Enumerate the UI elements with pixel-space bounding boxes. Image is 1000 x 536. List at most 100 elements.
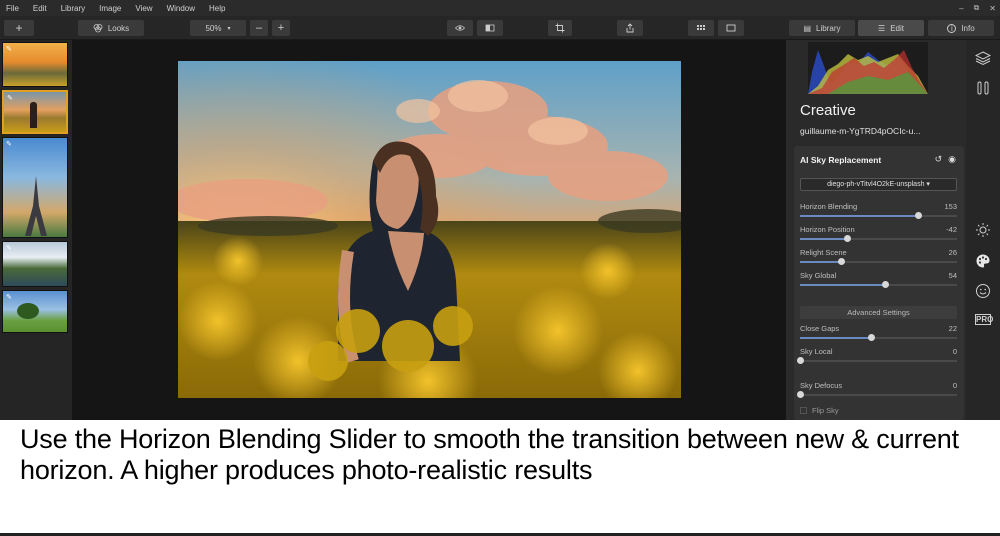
single-view-button[interactable] <box>718 20 744 36</box>
slider-value: 0 <box>952 381 957 390</box>
menu-image[interactable]: Image <box>92 4 128 13</box>
menu-view[interactable]: View <box>128 4 159 13</box>
histogram <box>808 42 928 94</box>
toolbar: + Looks 50% ▾ – + ▤ Library ☰ Edit i Inf… <box>0 16 1000 40</box>
ai-sky-replacement-tool: AI Sky Replacement ↺ ◉ diego-ph-vTitvl4O… <box>794 146 964 420</box>
eye-icon <box>455 25 465 31</box>
window-controls: – ⧉ ✕ <box>959 0 996 16</box>
slider-track[interactable] <box>800 394 957 396</box>
menu-file[interactable]: File <box>0 4 26 13</box>
slider-sky-global[interactable]: Sky Global 54 <box>800 271 957 293</box>
looks-label: Looks <box>107 23 130 33</box>
slider-value: -42 <box>946 225 957 234</box>
slider-value: 26 <box>948 248 957 257</box>
sky-select-dropdown[interactable]: diego-ph-vTitvl4O2kE-unsplash ▾ <box>800 178 957 191</box>
checkbox-box[interactable] <box>800 407 807 414</box>
compare-button[interactable] <box>477 20 503 36</box>
slider-handle[interactable] <box>882 281 889 288</box>
slider-value: 153 <box>944 202 957 211</box>
slider-value: 22 <box>948 324 957 333</box>
preview-button[interactable] <box>447 20 473 36</box>
slider-fill <box>800 238 847 240</box>
slider-close-gaps[interactable]: Close Gaps 22 <box>800 324 957 346</box>
share-button[interactable] <box>617 20 643 36</box>
zoom-out-button[interactable]: – <box>250 20 268 36</box>
menu-edit[interactable]: Edit <box>26 4 54 13</box>
edit-panel: Creative guillaume-m-YgTRD4pOCIc-u... AI… <box>786 40 966 420</box>
library-icon: ▤ <box>803 23 812 33</box>
tab-info-label: Info <box>961 23 975 33</box>
slider-handle[interactable] <box>838 258 845 265</box>
image-canvas[interactable] <box>72 40 786 420</box>
slider-sky-defocus[interactable]: Sky Defocus 0 <box>797 381 957 403</box>
looks-button[interactable]: Looks <box>78 20 144 36</box>
edited-icon: ✎ <box>7 95 13 102</box>
slider-fill <box>800 215 918 217</box>
slider-fill <box>800 261 841 263</box>
smiley-icon[interactable] <box>975 283 991 299</box>
grid-view-button[interactable] <box>688 20 714 36</box>
flip-sky-checkbox[interactable]: Flip Sky <box>800 406 839 415</box>
tab-edit[interactable]: ☰ Edit <box>858 20 924 36</box>
layers-icon[interactable] <box>974 50 992 66</box>
restore-icon[interactable]: ⧉ <box>974 3 980 13</box>
zoom-in-button[interactable]: + <box>272 20 290 36</box>
slider-label: Sky Defocus <box>800 381 843 390</box>
slider-handle[interactable] <box>797 391 804 398</box>
slider-label: Horizon Position <box>800 225 855 234</box>
slider-track[interactable] <box>800 360 957 362</box>
file-name: guillaume-m-YgTRD4pOCIc-u... <box>800 126 921 136</box>
thumbnail[interactable]: ✎ <box>2 241 68 287</box>
slider-horizon-blending[interactable]: Horizon Blending 153 <box>800 202 957 224</box>
edited-icon: ✎ <box>6 294 12 301</box>
minimize-icon[interactable]: – <box>959 4 963 13</box>
visibility-eye-icon[interactable]: ◉ <box>948 154 956 165</box>
single-view-icon <box>726 24 736 32</box>
panel-title: Creative <box>800 102 856 119</box>
tool-title[interactable]: AI Sky Replacement <box>800 155 881 165</box>
palette-icon[interactable] <box>975 253 991 269</box>
edited-icon: ✎ <box>6 141 12 148</box>
menu-help[interactable]: Help <box>202 4 232 13</box>
flip-sky-label: Flip Sky <box>812 406 839 415</box>
chevron-down-icon: ▾ <box>227 25 231 32</box>
close-icon[interactable]: ✕ <box>989 4 996 13</box>
photo-render <box>178 61 681 398</box>
menu-library[interactable]: Library <box>54 4 92 13</box>
slider-sky-local[interactable]: Sky Local 0 <box>797 347 957 369</box>
adjust-icon[interactable] <box>975 80 991 96</box>
filmstrip: ✎ ✎ ✎ ✎ ✎ <box>0 40 72 420</box>
slider-handle[interactable] <box>844 235 851 242</box>
main-photo[interactable] <box>178 61 681 398</box>
slider-handle[interactable] <box>797 357 804 364</box>
add-image-button[interactable]: + <box>4 20 34 36</box>
reset-icon[interactable]: ↺ <box>935 154 943 165</box>
slider-handle[interactable] <box>915 212 922 219</box>
thumbnail-selected[interactable]: ✎ <box>2 90 68 134</box>
eiffel-tower-icon <box>25 176 47 236</box>
tab-library[interactable]: ▤ Library <box>789 20 855 36</box>
slider-value: 0 <box>952 347 957 356</box>
slider-relight-scene[interactable]: Relight Scene 26 <box>800 248 957 270</box>
tool-category-bar: PRO <box>966 40 1000 420</box>
zoom-select[interactable]: 50% ▾ <box>190 20 246 36</box>
zoom-value: 50% <box>205 23 222 33</box>
sliders-icon: ☰ <box>878 23 886 33</box>
pro-icon[interactable]: PRO <box>975 314 993 325</box>
slider-horizon-position[interactable]: Horizon Position -42 <box>800 225 957 247</box>
slider-label: Relight Scene <box>800 248 847 257</box>
crop-button[interactable] <box>548 20 572 36</box>
thumbnail[interactable]: ✎ <box>2 137 68 238</box>
edited-icon: ✎ <box>6 46 12 53</box>
sun-icon[interactable] <box>975 222 991 238</box>
menu-window[interactable]: Window <box>160 4 202 13</box>
advanced-settings-button[interactable]: Advanced Settings <box>800 306 957 319</box>
crop-icon <box>555 23 565 33</box>
thumbnail[interactable]: ✎ <box>2 42 68 87</box>
instruction-caption: Use the Horizon Blending Slider to smoot… <box>0 420 1000 533</box>
edited-icon: ✎ <box>6 245 12 252</box>
thumbnail[interactable]: ✎ <box>2 290 68 333</box>
slider-handle[interactable] <box>868 334 875 341</box>
tab-info[interactable]: i Info <box>928 20 994 36</box>
slider-label: Horizon Blending <box>800 202 858 211</box>
